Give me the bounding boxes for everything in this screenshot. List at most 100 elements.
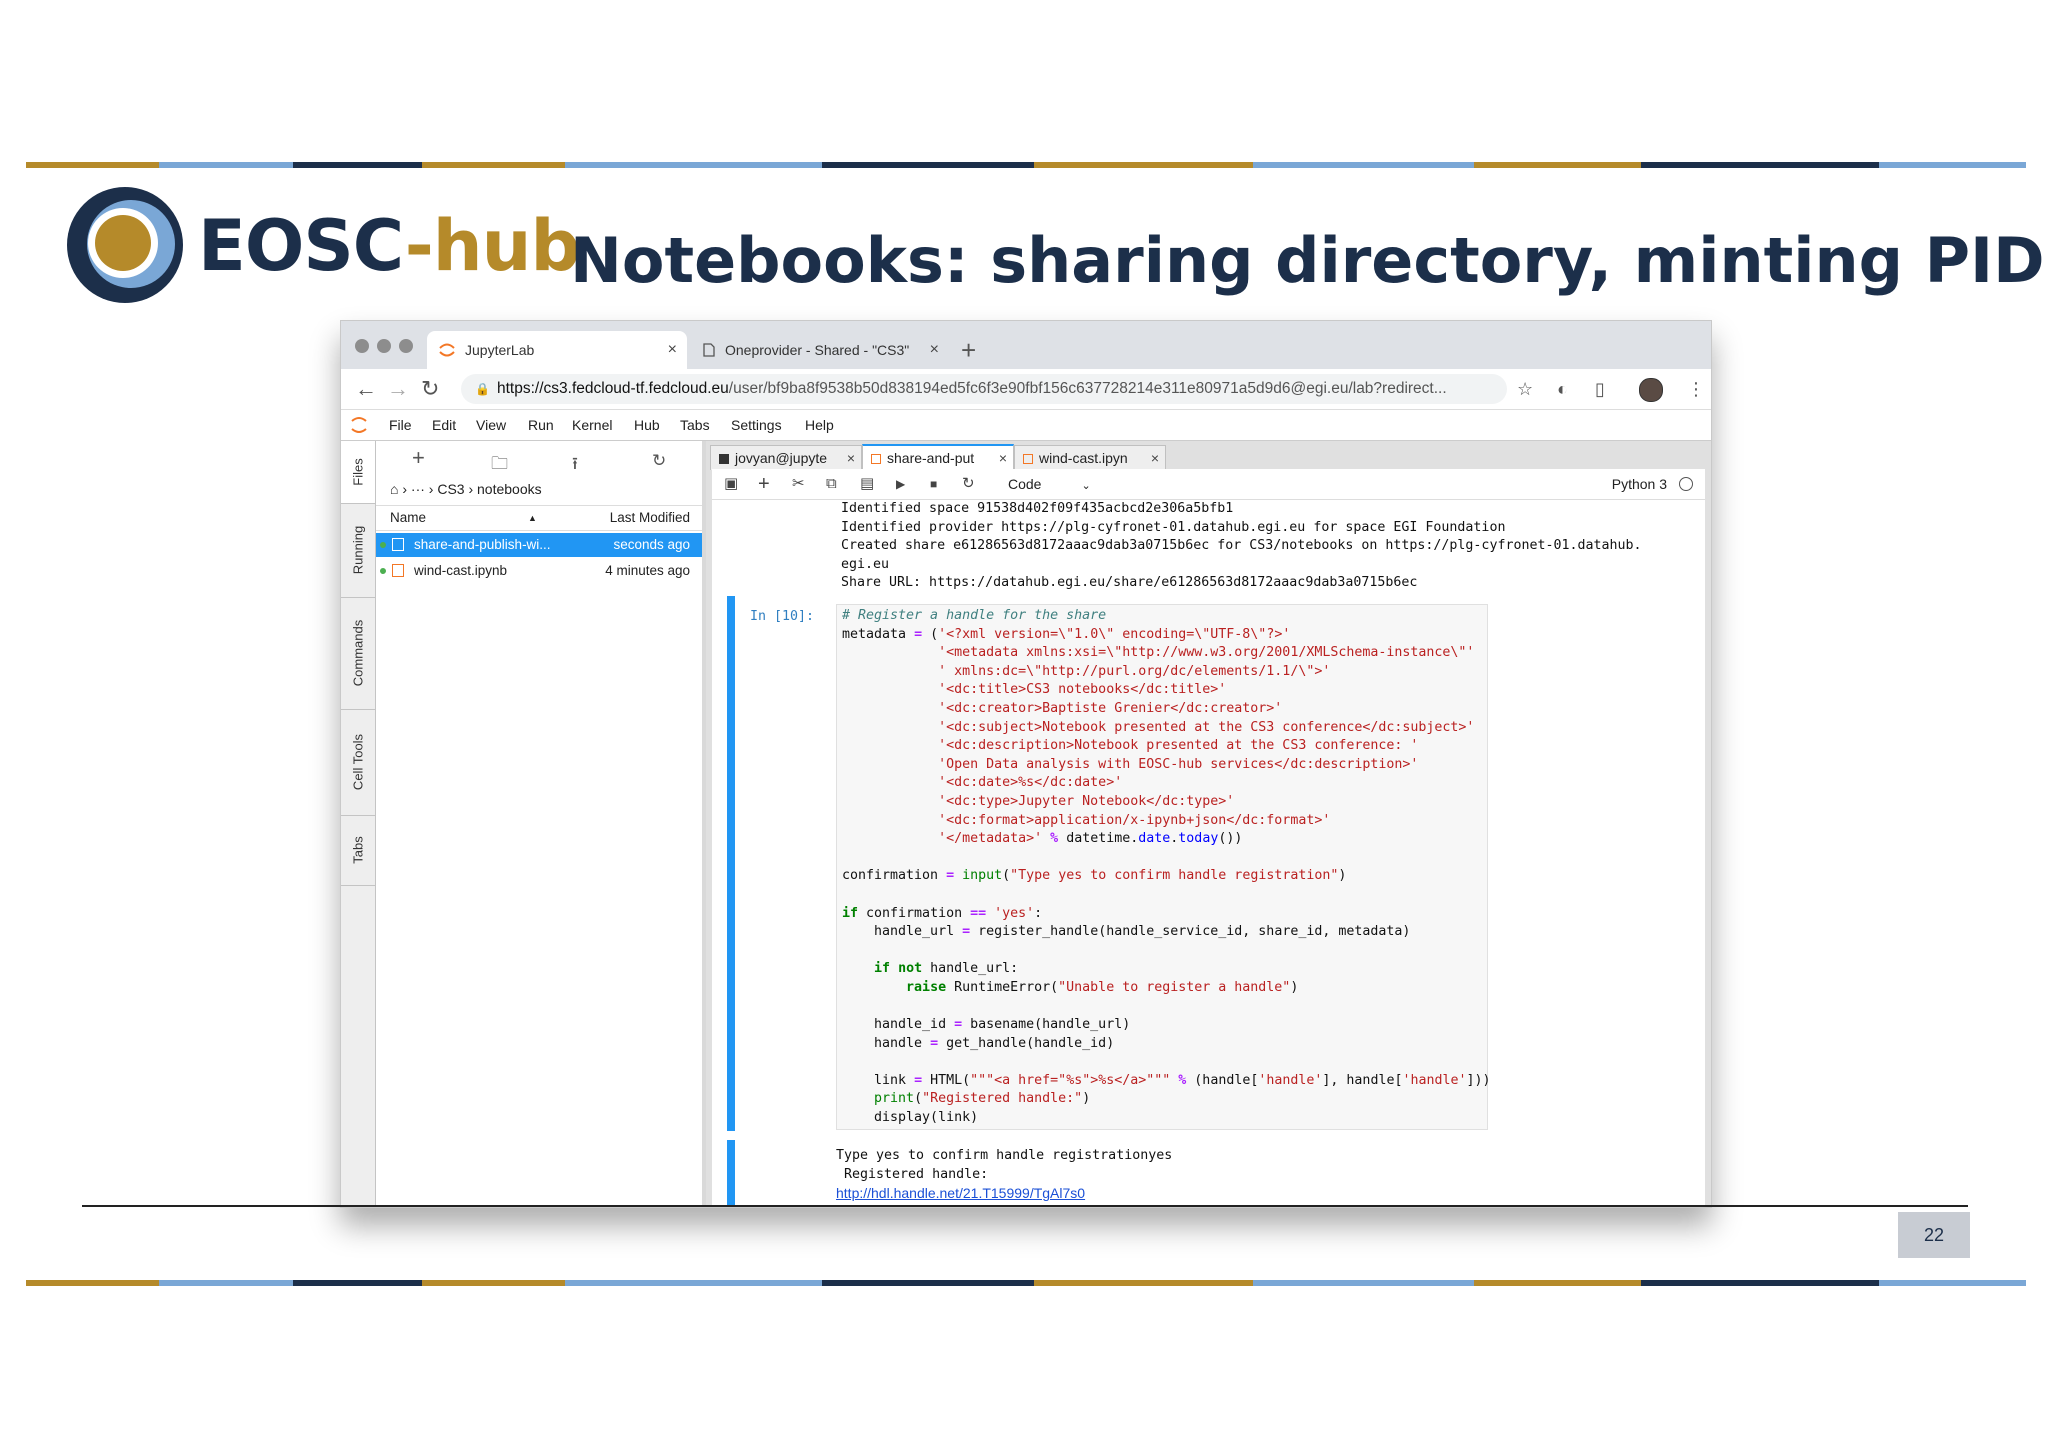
running-status-dot [380,542,386,548]
code-text: # Register a handle for the share metada… [842,608,1491,1126]
browser-tab-oneprovider[interactable]: Oneprovider - Shared - "CS3" × [691,331,949,369]
browser-window: JupyterLab × Oneprovider - Shared - "CS3… [340,320,1712,1208]
sort-up-icon: ▲ [528,513,537,523]
logo-wordmark: EOSC-hub [198,205,581,287]
main-area: jovyan@jupyte × share-and-put × wind-cast.… [706,441,1711,1207]
browser-tab-label: JupyterLab [465,342,535,358]
back-arrow-icon[interactable]: ← [355,373,377,405]
bookmark-icon[interactable]: ▯ [1595,375,1605,403]
close-icon[interactable]: × [1151,446,1159,470]
lock-icon: 🔒 [475,382,490,396]
page-number: 22 [1898,1212,1970,1258]
notebook-icon [392,538,404,551]
extension-icon[interactable]: ◐ [1557,375,1568,403]
notebook-body[interactable]: Identified space 91538d402f09f435acbcd2e… [712,500,1705,1207]
terminal-icon [719,454,729,464]
close-icon[interactable]: × [668,331,677,369]
window-zoom-dot[interactable] [399,339,413,353]
sidebar-tab-tabs[interactable]: Tabs [341,815,375,886]
file-name: share-and-publish-wi... [414,537,551,552]
active-output-indicator [727,1140,735,1207]
slide-title: Notebooks: sharing directory, minting PI… [570,224,2045,297]
menu-file[interactable]: File [389,410,412,440]
url-field[interactable]: 🔒 https://cs3.fedcloud-tf.fedcloud.eu/us… [461,374,1507,404]
footer-rule [82,1205,1968,1207]
cut-icon[interactable]: ✂ [792,469,805,499]
menu-run[interactable]: Run [528,410,554,440]
avatar[interactable] [1639,378,1663,402]
doc-tab-wind-cast[interactable]: wind-cast.ipyn × [1014,445,1166,470]
close-icon[interactable]: × [930,331,939,369]
forward-arrow-icon[interactable]: → [387,373,409,405]
jupyter-favicon-icon [439,343,455,357]
column-last-modified[interactable]: Last Modified [610,506,690,530]
paste-icon[interactable]: ▤ [860,469,874,499]
file-row[interactable]: wind-cast.ipynb 4 minutes ago [376,559,702,583]
jupyter-logo-icon [351,417,367,433]
close-icon[interactable]: × [847,446,855,470]
file-browser: + 🗀 ⭱ ↻ ⌂ › ··· › CS3 › notebooks Name ▲… [376,441,706,1207]
handle-link[interactable]: http://hdl.handle.net/21.T15999/TgAl7s0 [836,1185,1085,1201]
reload-icon[interactable]: ↻ [421,373,439,405]
jupyter-menubar: File Edit View Run Kernel Hub Tabs Setti… [341,410,1711,441]
browser-tab-jupyterlab[interactable]: JupyterLab × [427,331,687,369]
kernel-status-icon [1679,477,1693,491]
file-modified: seconds ago [613,537,690,552]
new-launcher-icon[interactable]: + [412,445,425,471]
doc-tab-terminal[interactable]: jovyan@jupyte × [710,445,862,470]
top-stripe [26,162,2026,168]
more-icon[interactable]: ⋮ [1687,375,1705,403]
menu-settings[interactable]: Settings [731,410,782,440]
menu-hub[interactable]: Hub [634,410,660,440]
chevron-down-icon: ⌄ [1081,480,1091,492]
run-icon[interactable]: ▶ [896,469,905,499]
menu-tabs[interactable]: Tabs [680,410,710,440]
address-bar: ← → ↻ 🔒 https://cs3.fedcloud-tf.fedcloud… [341,369,1711,410]
notebook-icon [871,454,881,464]
menu-kernel[interactable]: Kernel [572,410,612,440]
menu-view[interactable]: View [476,410,506,440]
menu-help[interactable]: Help [805,410,834,440]
home-icon[interactable]: ⌂ [390,481,398,497]
window-minimize-dot[interactable] [377,339,391,353]
stop-icon[interactable]: ■ [930,469,937,499]
eosc-hub-logo-icon [67,187,183,303]
bottom-stripe [26,1280,2026,1286]
window-close-dot[interactable] [355,339,369,353]
kernel-name[interactable]: Python 3 [1612,469,1667,499]
upload-icon[interactable]: ⭱ [572,451,578,480]
restart-icon[interactable]: ↻ [962,469,975,499]
notebook-toolbar: ▣ + ✂ ⧉ ▤ ▶ ■ ↻ Code ⌄ Python 3 [712,469,1705,500]
file-row[interactable]: share-and-publish-wi... seconds ago [376,533,702,557]
browser-tabstrip: JupyterLab × Oneprovider - Shared - "CS3… [341,321,1711,369]
document-tabs: jovyan@jupyte × share-and-put × wind-cast.… [706,441,1711,472]
menu-edit[interactable]: Edit [432,410,456,440]
document-icon [703,343,715,357]
file-modified: 4 minutes ago [605,563,690,578]
notebook-icon [1023,454,1033,464]
cell-prompt: In [10]: [750,609,815,624]
new-tab-button[interactable]: + [961,331,976,369]
star-icon[interactable]: ☆ [1517,375,1533,403]
browser-tab-label: Oneprovider - Shared - "CS3" [725,342,910,358]
previous-cell-output: Identified space 91538d402f09f435acbcd2e… [841,501,1642,591]
file-name: wind-cast.ipynb [414,563,508,578]
running-status-dot [380,568,386,574]
sidebar-tab-files[interactable]: Files [341,441,375,504]
sidebar-tab-commands[interactable]: Commands [341,597,375,710]
refresh-icon[interactable]: ↻ [652,451,666,471]
doc-tab-share-and-publish[interactable]: share-and-put × [862,444,1014,472]
close-icon[interactable]: × [999,446,1007,470]
sidebar-tab-running[interactable]: Running [341,503,375,598]
column-name[interactable]: Name [390,506,426,530]
sidebar-tab-cell-tools[interactable]: Cell Tools [341,709,375,816]
code-cell-editor[interactable]: # Register a handle for the share metada… [836,604,1491,1130]
insert-cell-icon[interactable]: + [758,469,770,499]
cell-type-select[interactable]: Code ⌄ [1008,469,1091,501]
save-icon[interactable]: ▣ [724,469,738,499]
new-folder-icon[interactable]: 🗀 [491,451,508,480]
left-sidebar: Files Running Commands Cell Tools Tabs [341,441,376,1207]
copy-icon[interactable]: ⧉ [826,469,837,499]
notebook-icon [392,564,404,577]
breadcrumb[interactable]: ⌂ › ··· › CS3 › notebooks [390,481,542,497]
